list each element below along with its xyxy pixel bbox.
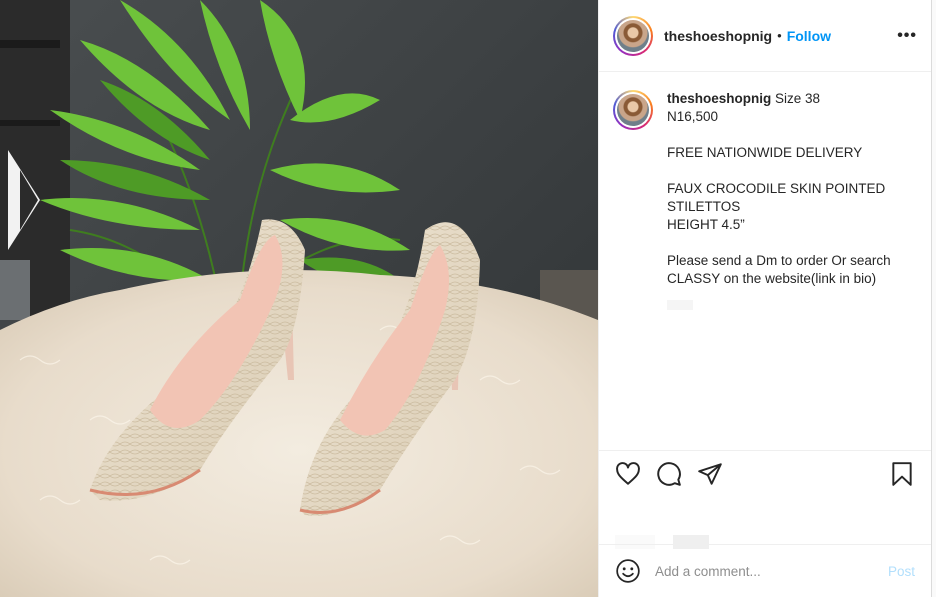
- action-bar: [599, 450, 931, 549]
- caption-section: theshoeshopnig Size 38 N16,500 FREE NATI…: [599, 72, 931, 450]
- header-username[interactable]: theshoeshopnig: [664, 28, 772, 44]
- caption-line: Please send a Dm to order Or search: [667, 253, 891, 268]
- timestamp-placeholder: [667, 300, 693, 310]
- caption-line: STILETTOS: [667, 199, 741, 214]
- caption-line: FAUX CROCODILE SKIN POINTED: [667, 181, 886, 196]
- comment-icon[interactable]: [656, 461, 682, 487]
- comment-box: Post: [599, 544, 931, 597]
- caption-line: [667, 126, 891, 144]
- caption-line: [667, 162, 891, 180]
- caption-first-line: Size 38: [771, 91, 821, 106]
- post-side-panel: theshoeshopnig • Follow ••• theshoeshopn…: [598, 0, 932, 597]
- bookmark-icon[interactable]: [889, 461, 915, 487]
- caption-line: FREE NATIONWIDE DELIVERY: [667, 145, 863, 160]
- emoji-icon[interactable]: [615, 558, 641, 584]
- heart-icon[interactable]: [615, 461, 641, 487]
- separator-dot: •: [777, 28, 782, 43]
- comment-input[interactable]: [655, 563, 888, 579]
- post-header: theshoeshopnig • Follow •••: [599, 0, 931, 72]
- caption-line: [667, 234, 891, 252]
- caption-line: HEIGHT 4.5”: [667, 217, 745, 232]
- share-icon[interactable]: [697, 461, 723, 487]
- follow-button[interactable]: Follow: [787, 28, 831, 44]
- profile-picture: [617, 19, 649, 52]
- caption-avatar[interactable]: [613, 90, 653, 130]
- caption-text: theshoeshopnig Size 38 N16,500 FREE NATI…: [667, 90, 891, 432]
- more-options-icon[interactable]: •••: [897, 27, 917, 45]
- caption-line: N16,500: [667, 109, 719, 124]
- shoes-photo-illustration: [0, 0, 598, 597]
- caption-profile-picture: [617, 94, 649, 126]
- caption-username[interactable]: theshoeshopnig: [667, 91, 771, 106]
- caption-line: CLASSY on the website(link in bio): [667, 271, 877, 286]
- post-button[interactable]: Post: [888, 564, 915, 579]
- post-photo[interactable]: [0, 0, 598, 597]
- avatar[interactable]: [613, 15, 653, 56]
